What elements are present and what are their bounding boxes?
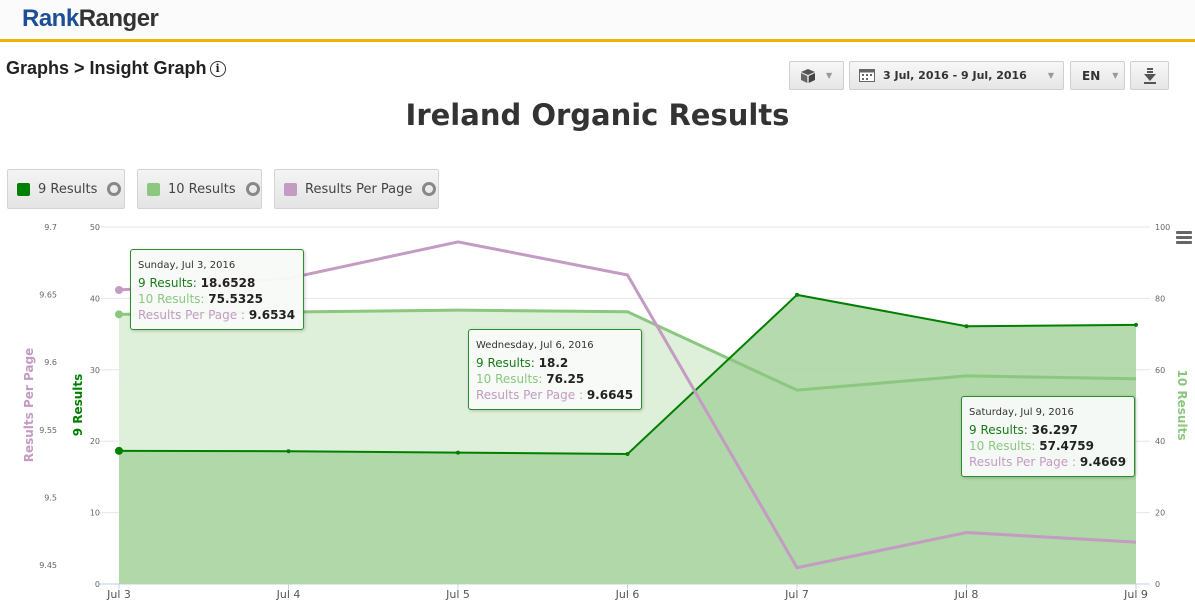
tooltip-date: Saturday, Jul 9, 2016 [969,407,1074,418]
point-9-results [964,324,969,329]
tooltip-label: 9 Results: [969,423,1028,437]
tooltip-value: 18.2 [538,356,569,370]
y-tick-10-results: 0 [1155,580,1160,589]
tooltip-value: 18.6528 [200,276,256,290]
tooltip-value: 57.4759 [1039,439,1094,453]
point-9-results [795,292,799,297]
tooltip-label: Results Per Page : [476,388,583,402]
tooltip-value: 9.4669 [1079,455,1127,469]
y-tick-10-results: 20 [1155,509,1165,518]
axis-title-10-results: 10 Results [1175,370,1189,441]
y-tick-10-results: 40 [1155,437,1165,446]
x-tick-label: Jul 5 [445,588,470,601]
y-tick-results-per-page: 9.55 [39,426,57,435]
tooltip-label: Results Per Page : [969,455,1076,469]
y-tick-results-per-page: 9.45 [39,561,57,570]
x-tick-label: Jul 9 [1123,588,1148,601]
point-9-results [115,446,123,455]
tooltip-value: 9.6534 [248,308,296,322]
tooltip-value: 76.25 [546,372,585,386]
point-results-per-page [115,286,123,295]
point-9-results [1134,322,1138,327]
tooltip-label: 10 Results: [138,292,205,306]
y-tick-9-results: 30 [90,366,100,375]
point-9-results [456,450,460,455]
y-tick-10-results: 60 [1155,366,1165,375]
x-tick-label: Jul 8 [954,588,979,601]
tooltip-jul-9: Saturday, Jul 9, 2016 9 Results: 36.297 … [961,396,1136,477]
tooltip-label: 9 Results: [138,276,197,290]
tooltip-jul-6: Wednesday, Jul 6, 2016 9 Results: 18.2 1… [468,329,643,410]
x-tick-label: Jul 3 [106,588,131,601]
y-tick-9-results: 20 [90,437,100,446]
x-tick-label: Jul 6 [615,588,640,601]
tooltip-value: 36.297 [1031,423,1078,437]
point-9-results [286,449,291,454]
tooltip-jul-3: Sunday, Jul 3, 2016 9 Results: 18.6528 1… [130,249,305,330]
tooltip-value: 75.5325 [208,292,263,306]
y-tick-results-per-page: 9.65 [39,291,57,300]
y-tick-9-results: 0 [95,580,100,589]
y-tick-9-results: 50 [90,223,100,232]
x-tick-label: Jul 4 [276,588,301,601]
tooltip-date: Wednesday, Jul 6, 2016 [476,340,594,351]
point-10-results [115,310,123,319]
chart-menu-icon[interactable] [1176,231,1192,246]
y-tick-10-results: 100 [1155,223,1170,232]
tooltip-label: Results Per Page : [138,308,245,322]
tooltip-date: Sunday, Jul 3, 2016 [138,260,236,271]
axis-title-9-results: 9 Results [71,374,85,437]
y-tick-9-results: 40 [90,294,100,303]
point-9-results [625,452,630,457]
tooltip-label: 10 Results: [969,439,1036,453]
y-tick-results-per-page: 9.6 [44,358,57,367]
y-tick-9-results: 10 [90,509,100,518]
y-tick-10-results: 80 [1155,294,1165,303]
y-tick-results-per-page: 9.7 [44,223,57,232]
tooltip-label: 10 Results: [476,372,543,386]
axis-title-results-per-page: Results Per Page [22,348,36,463]
tooltip-label: 9 Results: [476,356,535,370]
y-tick-results-per-page: 9.5 [44,493,57,502]
x-tick-label: Jul 7 [784,588,809,601]
tooltip-value: 9.6645 [586,388,634,402]
